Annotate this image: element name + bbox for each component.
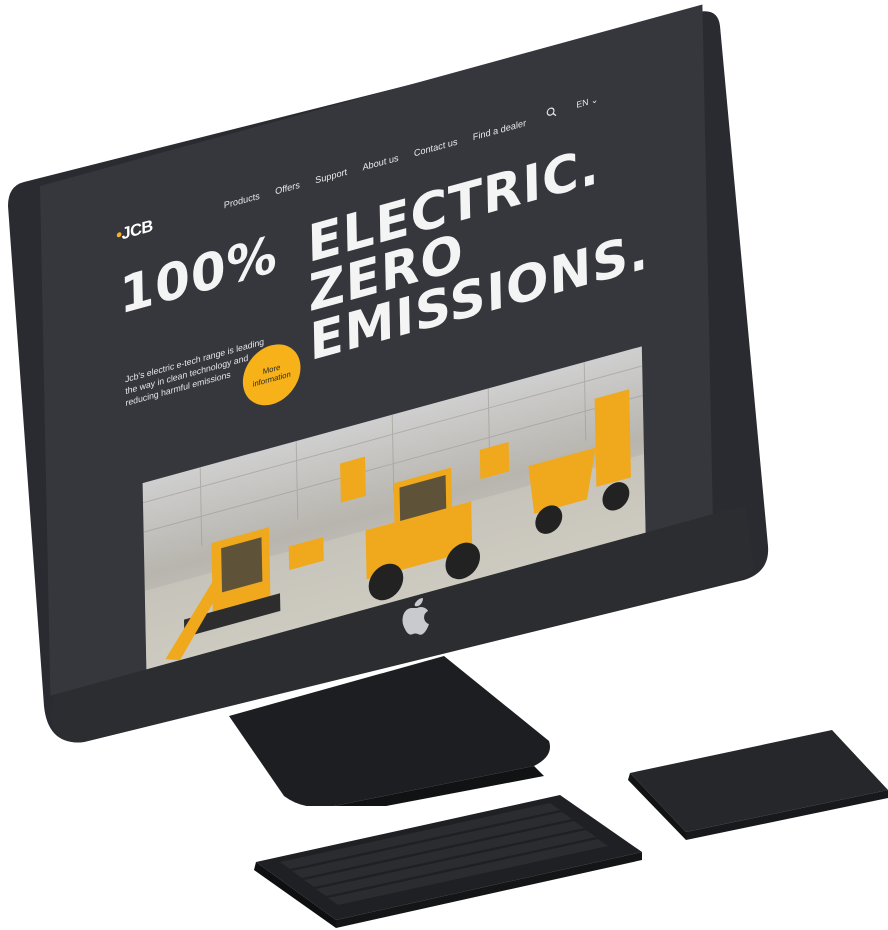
- language-selector[interactable]: EN ⌄: [576, 94, 598, 111]
- screen-viewport: •JCB Products Offers Support About us Co…: [40, 4, 730, 696]
- nav-about-us[interactable]: About us: [362, 153, 398, 174]
- headline-percent: 100%: [118, 224, 279, 327]
- device-mockup-scene: •JCB Products Offers Support About us Co…: [0, 0, 888, 930]
- header-tools: EN ⌄: [547, 94, 599, 119]
- jcb-website: •JCB Products Offers Support About us Co…: [40, 4, 713, 696]
- hero-headline: 100% ELECTRIC. ZERO EMISSIONS.: [119, 136, 650, 373]
- nav-offers[interactable]: Offers: [275, 180, 300, 198]
- nav-find-dealer[interactable]: Find a dealer: [473, 118, 526, 143]
- nav-products[interactable]: Products: [224, 191, 260, 212]
- search-icon[interactable]: [547, 105, 558, 119]
- nav-support[interactable]: Support: [315, 167, 347, 187]
- language-label: EN: [576, 96, 589, 110]
- jcb-logo[interactable]: •JCB: [116, 216, 153, 246]
- nav-contact-us[interactable]: Contact us: [414, 137, 458, 160]
- chevron-down-icon: ⌄: [590, 94, 599, 107]
